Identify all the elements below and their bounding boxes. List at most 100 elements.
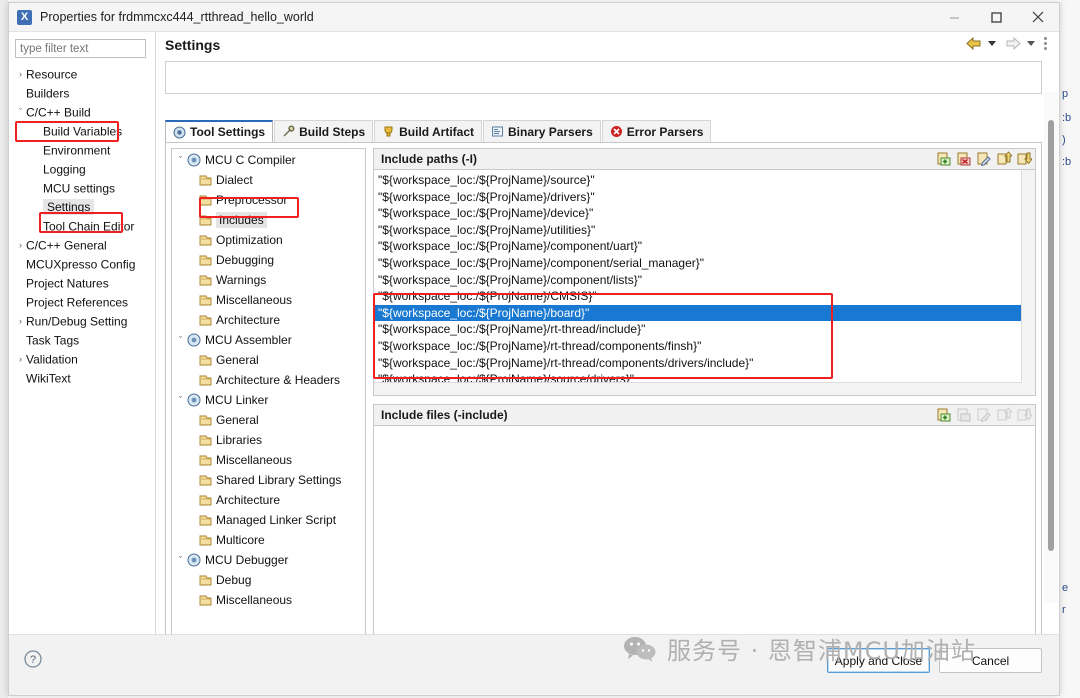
tool-tree-item-architecture[interactable]: Architecture xyxy=(172,309,365,329)
move-down-icon[interactable] xyxy=(1016,151,1032,167)
tool-tree-item-mcu-debugger[interactable]: ˇ MCU Debugger xyxy=(172,549,365,569)
tool-tree-item-general[interactable]: General xyxy=(172,349,365,369)
sidebar-item-builders[interactable]: Builders xyxy=(9,84,155,103)
include-path-row[interactable]: "${workspace_loc:/${ProjName}/drivers}" xyxy=(374,189,1035,206)
include-path-row[interactable]: "${workspace_loc:/${ProjName}/rt-thread/… xyxy=(374,338,1035,355)
chevron-right-icon[interactable]: › xyxy=(15,350,26,369)
edit-icon[interactable] xyxy=(976,151,992,167)
tool-tree-item-label: MCU C Compiler xyxy=(205,152,296,167)
tool-tree-item-managed-linker-script[interactable]: Managed Linker Script xyxy=(172,509,365,529)
settings-page-vscroll-thumb[interactable] xyxy=(1048,120,1054,551)
minimize-icon[interactable] xyxy=(933,3,975,31)
back-dropdown-caret-icon[interactable] xyxy=(988,41,996,46)
tool-tree-item-mcu-c-compiler[interactable]: ˇ MCU C Compiler xyxy=(172,149,365,169)
tool-tree-item-dialect[interactable]: Dialect xyxy=(172,169,365,189)
include-path-row[interactable]: "${workspace_loc:/${ProjName}/board}" xyxy=(374,304,1035,322)
close-icon[interactable] xyxy=(1017,3,1059,31)
sidebar-item-settings[interactable]: Settings xyxy=(9,198,155,217)
forward-arrow-icon[interactable] xyxy=(1005,37,1021,50)
help-icon[interactable]: ? xyxy=(23,649,43,669)
sidebar-item-run-debug-setting[interactable]: › Run/Debug Setting xyxy=(9,312,155,331)
sidebar-item-validation[interactable]: › Validation xyxy=(9,350,155,369)
sidebar-item-label: Task Tags xyxy=(26,333,80,348)
chevron-down-icon[interactable]: ˇ xyxy=(174,330,187,350)
tool-tree-item-mcu-linker[interactable]: ˇ MCU Linker xyxy=(172,389,365,409)
delete-icon[interactable] xyxy=(956,151,972,167)
cancel-button[interactable]: Cancel xyxy=(939,648,1042,673)
filter-input[interactable] xyxy=(15,39,146,58)
include-paths-rows[interactable]: "${workspace_loc:/${ProjName}/source}" "$… xyxy=(374,170,1035,388)
tab-build-steps[interactable]: Build Steps xyxy=(274,120,374,142)
tool-tree-item-debug[interactable]: Debug xyxy=(172,569,365,589)
include-path-row[interactable]: "${workspace_loc:/${ProjName}/component/… xyxy=(374,272,1035,289)
tool-tree-item-miscellaneous[interactable]: Miscellaneous xyxy=(172,449,365,469)
sidebar-item-c-c-general[interactable]: › C/C++ General xyxy=(9,236,155,255)
sidebar-item-build-variables[interactable]: Build Variables xyxy=(9,122,155,141)
tab-build-artifact[interactable]: Build Artifact xyxy=(374,120,483,142)
tool-tree[interactable]: ˇ MCU C Compiler Dialect Preprocessor Includ… xyxy=(171,148,366,648)
tool-tree-item-general[interactable]: General xyxy=(172,409,365,429)
include-paths-hscrollbar[interactable] xyxy=(374,382,1022,395)
sidebar-item-task-tags[interactable]: Task Tags xyxy=(9,331,155,350)
tool-tree-item-optimization[interactable]: Optimization xyxy=(172,229,365,249)
include-path-row[interactable]: "${workspace_loc:/${ProjName}/utilities}… xyxy=(374,222,1035,239)
include-path-row[interactable]: "${workspace_loc:/${ProjName}/device}" xyxy=(374,205,1035,222)
include-path-row[interactable]: "${workspace_loc:/${ProjName}/source}" xyxy=(374,172,1035,189)
apply-and-close-button[interactable]: Apply and Close xyxy=(827,648,930,673)
sidebar-item-project-natures[interactable]: Project Natures xyxy=(9,274,155,293)
forward-dropdown-caret-icon[interactable] xyxy=(1027,41,1035,46)
sidebar-item-logging[interactable]: Logging xyxy=(9,160,155,179)
chevron-down-icon[interactable]: ˇ xyxy=(174,550,187,570)
tab-bar[interactable]: Tool Settings Build Steps Build Artifact Bi… xyxy=(165,120,1042,142)
settings-tree[interactable]: › Resource Builders ˇ C/C++ Build Build Vari… xyxy=(9,65,155,643)
sidebar-item-project-references[interactable]: Project References xyxy=(9,293,155,312)
tool-tree-item-preprocessor[interactable]: Preprocessor xyxy=(172,189,365,209)
sidebar-item-environment[interactable]: Environment xyxy=(9,141,155,160)
chevron-right-icon[interactable]: › xyxy=(15,236,26,255)
view-menu-icon[interactable] xyxy=(1044,37,1047,50)
chevron-right-icon[interactable]: › xyxy=(15,65,26,84)
chevron-right-icon[interactable]: › xyxy=(15,312,26,331)
sidebar-item-wikitext[interactable]: WikiText xyxy=(9,369,155,388)
tool-tree-item-label: General xyxy=(216,352,259,367)
sidebar-item-mcu-settings[interactable]: MCU settings xyxy=(9,179,155,198)
tool-tree-item-label: Shared Library Settings xyxy=(216,472,342,487)
sidebar-item-tool-chain-editor[interactable]: Tool Chain Editor xyxy=(9,217,155,236)
tab-binary-parsers[interactable]: Binary Parsers xyxy=(483,120,601,142)
chevron-down-icon[interactable]: ˇ xyxy=(174,390,187,410)
add-icon[interactable] xyxy=(936,407,952,423)
sidebar-item-mcuxpresso-config[interactable]: MCUXpresso Config xyxy=(9,255,155,274)
chevron-down-icon[interactable]: ˇ xyxy=(174,150,187,170)
sidebar-item-c-c-build[interactable]: ˇ C/C++ Build xyxy=(9,103,155,122)
tool-tree-item-includes[interactable]: Includes xyxy=(172,209,365,229)
tool-tree-item-debugging[interactable]: Debugging xyxy=(172,249,365,269)
include-path-row[interactable]: "${workspace_loc:/${ProjName}/rt-thread/… xyxy=(374,355,1035,372)
back-arrow-icon[interactable] xyxy=(966,37,982,50)
properties-dialog-screen: p :b ) :b e r X Properties for frdmmcxc4… xyxy=(0,0,1080,698)
tool-tree-item-miscellaneous[interactable]: Miscellaneous xyxy=(172,589,365,609)
maximize-icon[interactable] xyxy=(975,3,1017,31)
settings-page-vscrollbar[interactable] xyxy=(1044,92,1058,603)
include-paths-vscrollbar[interactable] xyxy=(1021,170,1035,395)
add-icon[interactable] xyxy=(936,151,952,167)
page-icon xyxy=(198,453,213,467)
tab-tool-settings[interactable]: Tool Settings xyxy=(165,120,274,142)
include-path-row[interactable]: "${workspace_loc:/${ProjName}/component/… xyxy=(374,255,1035,272)
tab-error-parsers[interactable]: Error Parsers xyxy=(601,120,712,142)
move-up-icon[interactable] xyxy=(996,151,1012,167)
tool-tree-item-miscellaneous[interactable]: Miscellaneous xyxy=(172,289,365,309)
include-path-row[interactable]: "${workspace_loc:/${ProjName}/CMSIS}" xyxy=(374,288,1035,305)
tool-tree-item-shared-library-settings[interactable]: Shared Library Settings xyxy=(172,469,365,489)
tool-tree-item-mcu-assembler[interactable]: ˇ MCU Assembler xyxy=(172,329,365,349)
sidebar-item-resource[interactable]: › Resource xyxy=(9,65,155,84)
chevron-down-icon[interactable]: ˇ xyxy=(15,103,26,122)
include-path-row[interactable]: "${workspace_loc:/${ProjName}/rt-thread/… xyxy=(374,321,1035,338)
include-files-list[interactable] xyxy=(373,426,1036,648)
tool-tree-item-multicore[interactable]: Multicore xyxy=(172,529,365,549)
tool-tree-item-warnings[interactable]: Warnings xyxy=(172,269,365,289)
tool-tree-item-libraries[interactable]: Libraries xyxy=(172,429,365,449)
include-path-row[interactable]: "${workspace_loc:/${ProjName}/component/… xyxy=(374,238,1035,255)
tool-tree-item-architecture-headers[interactable]: Architecture & Headers xyxy=(172,369,365,389)
include-paths-list[interactable]: "${workspace_loc:/${ProjName}/source}" "$… xyxy=(373,170,1036,396)
tool-tree-item-architecture[interactable]: Architecture xyxy=(172,489,365,509)
